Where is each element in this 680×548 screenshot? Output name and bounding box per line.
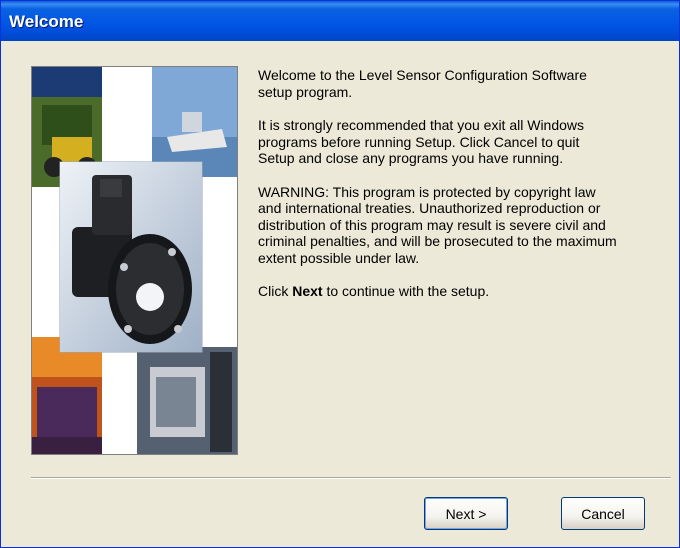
- window-title: Welcome: [9, 12, 84, 31]
- dialog-body: Welcome to the Level Sensor Configuratio…: [4, 41, 676, 546]
- next-button[interactable]: Next >: [424, 497, 508, 530]
- recommendation-paragraph: It is strongly recommended that you exit…: [258, 117, 585, 166]
- welcome-paragraph: Welcome to the Level Sensor Configuratio…: [258, 67, 587, 100]
- warning-paragraph: WARNING: This program is protected by co…: [258, 183, 617, 266]
- next-emphasis: Next: [292, 283, 323, 299]
- separator-line: [31, 477, 671, 479]
- cancel-button[interactable]: Cancel: [561, 497, 645, 530]
- title-bar[interactable]: Welcome: [1, 1, 679, 41]
- welcome-text: Welcome to the Level Sensor Configuratio…: [258, 67, 670, 317]
- setup-dialog: Welcome Welcome to the Level Sensor Conf…: [0, 0, 680, 548]
- product-collage-image: [31, 66, 238, 455]
- continue-suffix: to continue with the setup.: [322, 283, 490, 299]
- continue-instruction: Click Next to continue with the setup.: [258, 283, 670, 300]
- continue-prefix: Click: [258, 283, 293, 299]
